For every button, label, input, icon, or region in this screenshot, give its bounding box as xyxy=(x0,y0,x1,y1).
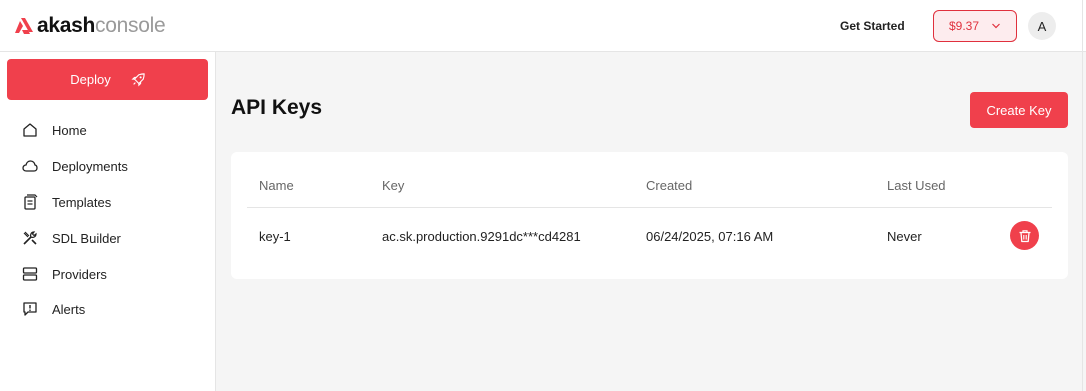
brand-suffix: console xyxy=(95,14,166,37)
wallet-balance-button[interactable]: $9.37 xyxy=(933,10,1017,42)
rocket-icon xyxy=(131,72,145,87)
home-icon xyxy=(22,122,38,138)
cloud-icon xyxy=(22,158,38,174)
column-header-key: Key xyxy=(382,178,405,193)
created-cell: 06/24/2025, 07:16 AM xyxy=(646,229,774,244)
akash-logo-icon xyxy=(15,18,33,34)
delete-key-button[interactable] xyxy=(1010,221,1039,250)
sidebar-item-label: Deployments xyxy=(52,158,128,174)
trash-icon xyxy=(1019,229,1030,242)
sidebar-item-templates[interactable]: Templates xyxy=(22,191,111,213)
last-used-cell: Never xyxy=(887,229,922,244)
wallet-balance: $9.37 xyxy=(948,19,980,33)
templates-icon xyxy=(22,194,38,210)
brand-name: akash xyxy=(37,14,96,37)
chevron-down-icon xyxy=(992,23,1000,29)
top-bar: akash console Get Started $9.37 A xyxy=(0,0,1086,52)
sidebar-item-label: Alerts xyxy=(52,301,86,317)
sidebar-item-deployments[interactable]: Deployments xyxy=(22,155,128,177)
table-divider xyxy=(247,207,1052,208)
column-header-created: Created xyxy=(646,178,693,193)
tools-icon xyxy=(22,230,38,246)
alert-icon xyxy=(22,301,38,317)
deploy-label: Deploy xyxy=(70,72,111,87)
scrollbar-edge xyxy=(1082,0,1083,391)
sidebar-item-label: SDL Builder xyxy=(52,230,121,246)
sidebar-item-alerts[interactable]: Alerts xyxy=(22,298,85,320)
akash-logo[interactable]: akash console xyxy=(14,14,166,38)
sidebar-item-label: Providers xyxy=(52,266,107,282)
sidebar: Deploy Home Deployments Templates SDL Bu… xyxy=(0,52,216,391)
page-title: API Keys xyxy=(231,96,323,119)
key-name-cell: key-1 xyxy=(259,229,291,244)
get-started-link[interactable]: Get Started xyxy=(840,19,905,33)
user-avatar[interactable]: A xyxy=(1028,12,1056,40)
sidebar-item-home[interactable]: Home xyxy=(22,119,87,141)
sidebar-item-providers[interactable]: Providers xyxy=(22,263,107,285)
column-header-last-used: Last Used xyxy=(887,178,946,193)
sidebar-item-label: Templates xyxy=(52,194,112,210)
server-icon xyxy=(22,266,38,282)
sidebar-item-label: Home xyxy=(52,122,87,138)
api-keys-table: Name Key Created Last Used key-1 ac.sk.p… xyxy=(231,152,1068,279)
deploy-button[interactable]: Deploy xyxy=(7,59,208,100)
sidebar-item-sdl-builder[interactable]: SDL Builder xyxy=(22,227,121,249)
column-header-name: Name xyxy=(259,178,294,193)
create-key-button[interactable]: Create Key xyxy=(970,92,1068,128)
key-value-cell: ac.sk.production.9291dc***cd4281 xyxy=(382,229,581,244)
